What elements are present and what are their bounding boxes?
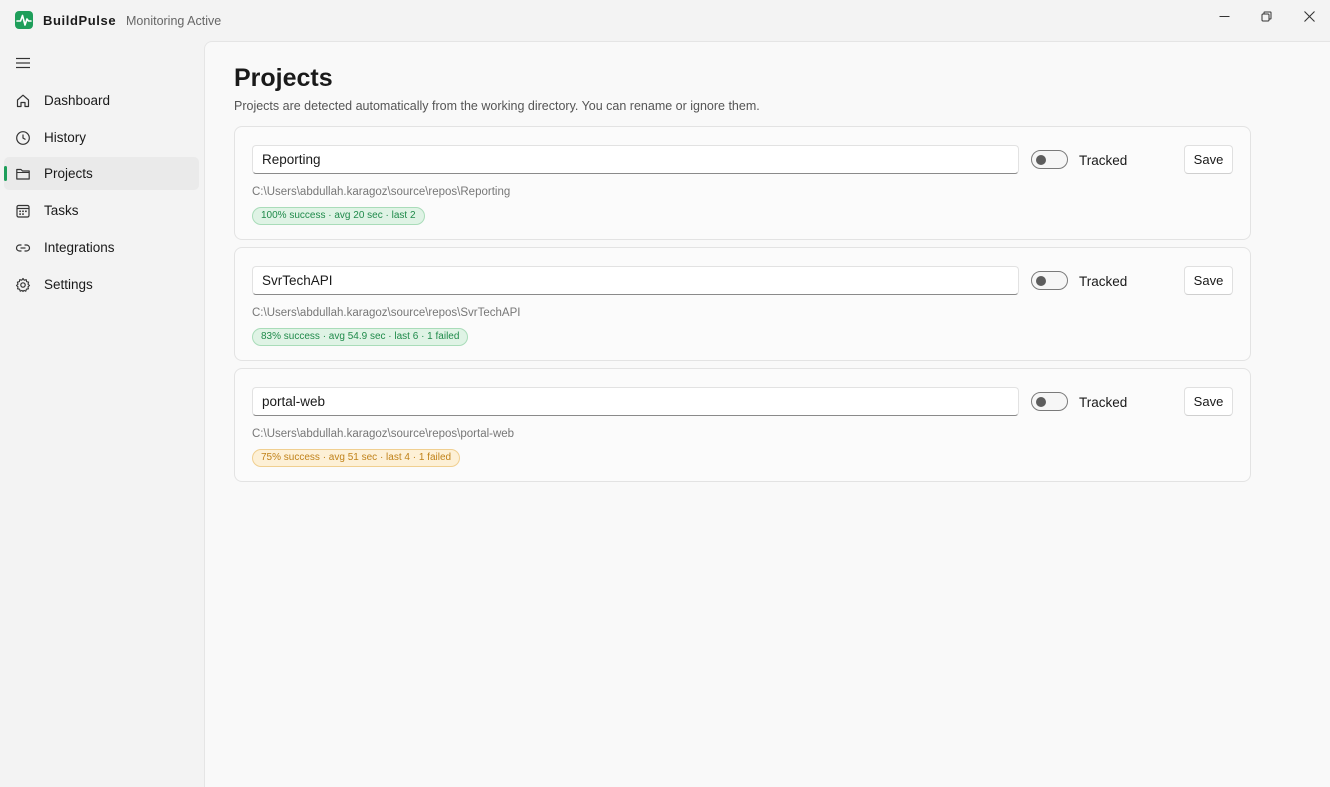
toggle-knob <box>1036 155 1046 165</box>
project-path: C:\Users\abdullah.karagoz\source\repos\S… <box>252 307 521 319</box>
active-indicator <box>4 166 7 181</box>
main-content: Projects Projects are detected automatic… <box>204 41 1330 787</box>
sidebar-item-integrations[interactable]: Integrations <box>4 231 199 264</box>
sidebar-item-label: Dashboard <box>44 93 111 108</box>
link-icon <box>14 239 31 256</box>
sidebar-item-dashboard[interactable]: Dashboard <box>4 84 199 117</box>
sidebar-item-settings[interactable]: Settings <box>4 268 199 301</box>
save-button[interactable]: Save <box>1184 145 1233 174</box>
project-path: C:\Users\abdullah.karagoz\source\repos\R… <box>252 186 511 198</box>
sidebar-item-label: Projects <box>44 166 93 181</box>
monitoring-status: Monitoring Active <box>126 14 222 28</box>
folder-icon <box>14 165 31 182</box>
buildpulse-logo-icon <box>15 11 33 29</box>
close-button[interactable] <box>1287 0 1330 32</box>
project-name-input[interactable] <box>252 266 1019 295</box>
close-icon <box>1303 10 1315 22</box>
save-button[interactable]: Save <box>1184 387 1233 416</box>
project-stats-badge: 100% success · avg 20 sec · last 2 <box>252 207 425 225</box>
hamburger-menu-button[interactable] <box>12 52 34 74</box>
project-name-input[interactable] <box>252 145 1019 174</box>
tracked-toggle[interactable] <box>1031 150 1068 169</box>
sidebar: Dashboard History Projects Tasks Integra… <box>0 40 204 787</box>
hamburger-icon <box>16 57 30 69</box>
page-title: Projects <box>234 64 333 92</box>
tracked-toggle[interactable] <box>1031 271 1068 290</box>
project-card: Tracked Save C:\Users\abdullah.karagoz\s… <box>234 126 1251 240</box>
minimize-icon <box>1219 15 1229 17</box>
restore-button[interactable] <box>1244 0 1288 32</box>
sidebar-item-history[interactable]: History <box>4 121 199 154</box>
sidebar-item-label: Settings <box>44 277 93 292</box>
title-bar: BuildPulse Monitoring Active <box>0 0 1330 40</box>
page-subtitle: Projects are detected automatically from… <box>234 99 760 113</box>
calendar-icon <box>14 202 31 219</box>
minimize-button[interactable] <box>1202 0 1246 32</box>
home-icon <box>14 92 31 109</box>
sidebar-item-label: Integrations <box>44 240 115 255</box>
sidebar-item-label: History <box>44 130 87 145</box>
project-stats-badge: 83% success · avg 54.9 sec · last 6 · 1 … <box>252 328 469 346</box>
clock-icon <box>14 129 31 146</box>
project-stats-badge: 75% success · avg 51 sec · last 4 · 1 fa… <box>252 449 461 467</box>
save-button[interactable]: Save <box>1184 266 1233 295</box>
toggle-knob <box>1036 276 1046 286</box>
tracked-label: Tracked <box>1079 153 1128 168</box>
tracked-toggle[interactable] <box>1031 392 1068 411</box>
project-card: Tracked Save C:\Users\abdullah.karagoz\s… <box>234 247 1251 361</box>
project-card: Tracked Save C:\Users\abdullah.karagoz\s… <box>234 368 1251 482</box>
project-path: C:\Users\abdullah.karagoz\source\repos\p… <box>252 428 515 440</box>
gear-icon <box>14 276 31 293</box>
tracked-label: Tracked <box>1079 274 1128 289</box>
project-name-input[interactable] <box>252 387 1019 416</box>
tracked-label: Tracked <box>1079 395 1128 410</box>
sidebar-item-projects[interactable]: Projects <box>4 157 199 190</box>
toggle-knob <box>1036 397 1046 407</box>
sidebar-item-tasks[interactable]: Tasks <box>4 194 199 227</box>
sidebar-item-label: Tasks <box>44 203 79 218</box>
app-name: BuildPulse <box>43 13 117 28</box>
restore-icon <box>1261 11 1271 21</box>
